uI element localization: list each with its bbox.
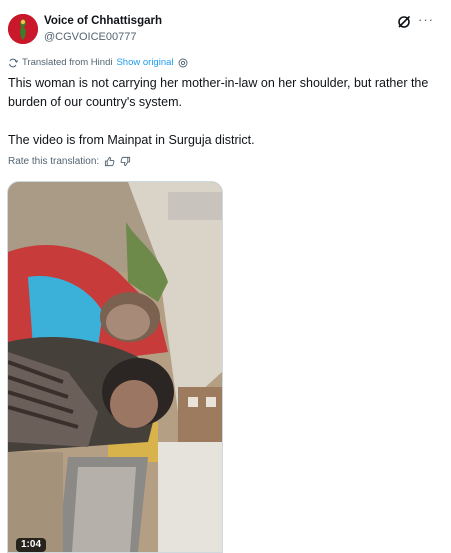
map-figure-icon (8, 14, 38, 44)
thumbs-down-icon[interactable] (120, 156, 131, 167)
tweet-paragraph: The video is from Mainpat in Surguja dis… (8, 133, 255, 147)
translation-notice: Translated from Hindi Show original (8, 57, 188, 68)
info-icon[interactable] (178, 58, 188, 68)
rate-translation-label: Rate this translation: (8, 156, 100, 167)
display-name[interactable]: Voice of Chhattisgarh (44, 15, 162, 27)
tweet-paragraph: This woman is not carrying her mother-in… (8, 76, 429, 109)
show-original-link[interactable]: Show original (116, 57, 173, 68)
tweet: Voice of Chhattisgarh @CGVOICE00777 ··· … (0, 0, 451, 553)
video-player[interactable] (7, 181, 223, 553)
rate-translation: Rate this translation: (8, 156, 131, 167)
user-handle[interactable]: @CGVOICE00777 (44, 31, 137, 43)
grok-icon[interactable] (396, 14, 412, 30)
video-thumbnail (8, 182, 222, 552)
video-duration-badge: 1:04 (16, 538, 47, 552)
tweet-text: This woman is not carrying her mother-in… (8, 74, 444, 150)
avatar[interactable] (8, 14, 38, 44)
more-options-icon[interactable]: ··· (418, 12, 434, 28)
translated-from-label: Translated from Hindi (22, 57, 113, 68)
translate-icon (9, 58, 18, 67)
thumbs-up-icon[interactable] (104, 156, 115, 167)
